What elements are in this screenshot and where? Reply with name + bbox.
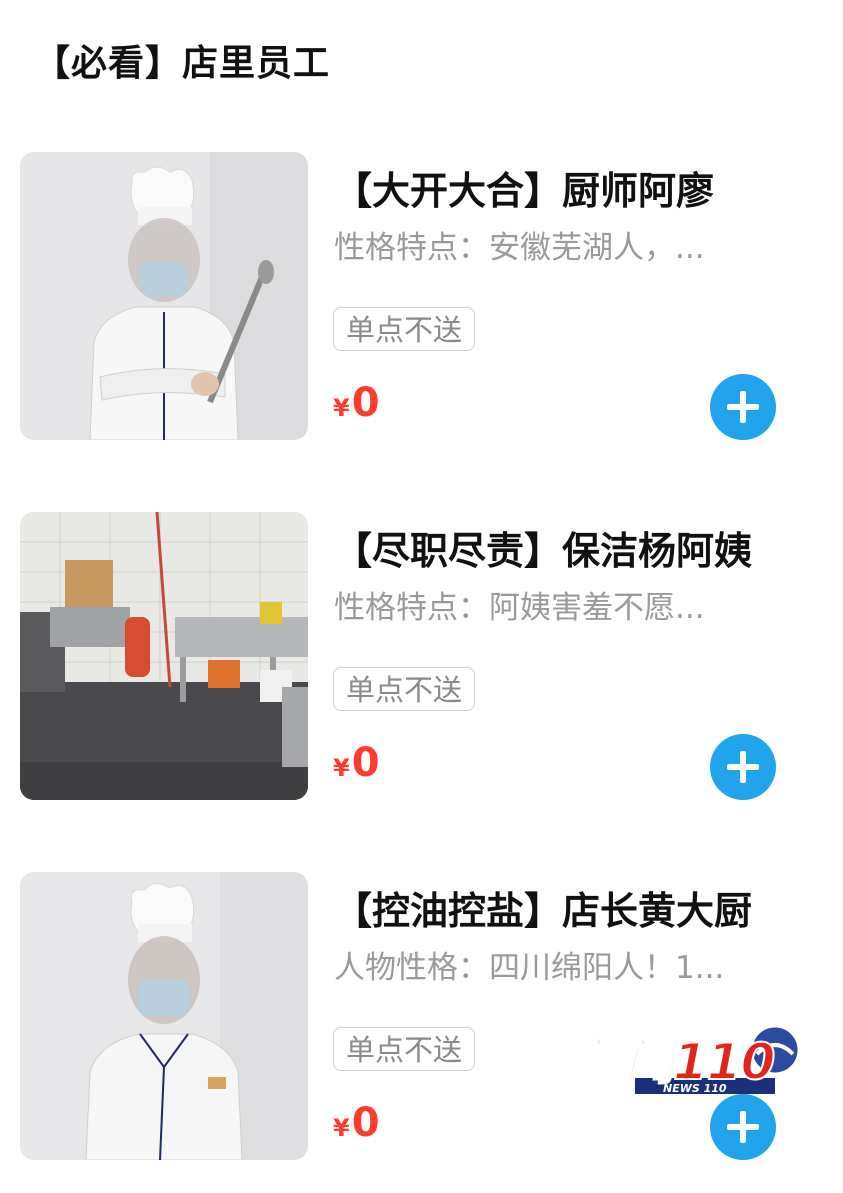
price: ¥0 bbox=[333, 1100, 380, 1146]
product-desc: 性格特点：阿姨害羞不愿... bbox=[334, 590, 705, 626]
add-to-cart-button[interactable] bbox=[710, 374, 776, 440]
currency-symbol: ¥ bbox=[333, 394, 350, 422]
product-name[interactable]: 【控油控盐】店长黄大厨 bbox=[334, 880, 752, 935]
product-item[interactable]: 【大开大合】厨师阿廖 性格特点：安徽芜湖人，... 单点不送 ¥0 bbox=[0, 152, 843, 452]
delivery-tag: 单点不送 bbox=[333, 307, 476, 351]
currency-symbol: ¥ bbox=[333, 1114, 350, 1142]
currency-symbol: ¥ bbox=[333, 754, 350, 782]
product-item[interactable]: 【尽职尽责】保洁杨阿姨 性格特点：阿姨害羞不愿... 单点不送 ¥0 bbox=[0, 512, 843, 812]
product-name[interactable]: 【尽职尽责】保洁杨阿姨 bbox=[334, 520, 752, 575]
product-name[interactable]: 【大开大合】厨师阿廖 bbox=[334, 160, 714, 215]
watermark-subtext: NEWS 110 bbox=[663, 1082, 727, 1095]
section-title: 【必看】店里员工 bbox=[34, 43, 331, 84]
price-value: 0 bbox=[351, 380, 380, 426]
price-value: 0 bbox=[351, 1100, 380, 1146]
news-watermark-logo: 新闻110 NEWS 110 bbox=[574, 1000, 805, 1100]
product-desc: 性格特点：安徽芜湖人，... bbox=[334, 230, 705, 266]
product-image[interactable] bbox=[20, 872, 308, 1160]
delivery-tag: 单点不送 bbox=[333, 667, 476, 711]
price: ¥0 bbox=[333, 740, 380, 786]
product-image[interactable] bbox=[20, 512, 308, 800]
product-desc: 人物性格：四川绵阳人！1... bbox=[334, 950, 725, 986]
price: ¥0 bbox=[333, 380, 380, 426]
delivery-tag: 单点不送 bbox=[333, 1027, 476, 1071]
product-image[interactable] bbox=[20, 152, 308, 440]
price-value: 0 bbox=[351, 740, 380, 786]
add-to-cart-button[interactable] bbox=[710, 734, 776, 800]
add-to-cart-button[interactable] bbox=[710, 1094, 776, 1160]
